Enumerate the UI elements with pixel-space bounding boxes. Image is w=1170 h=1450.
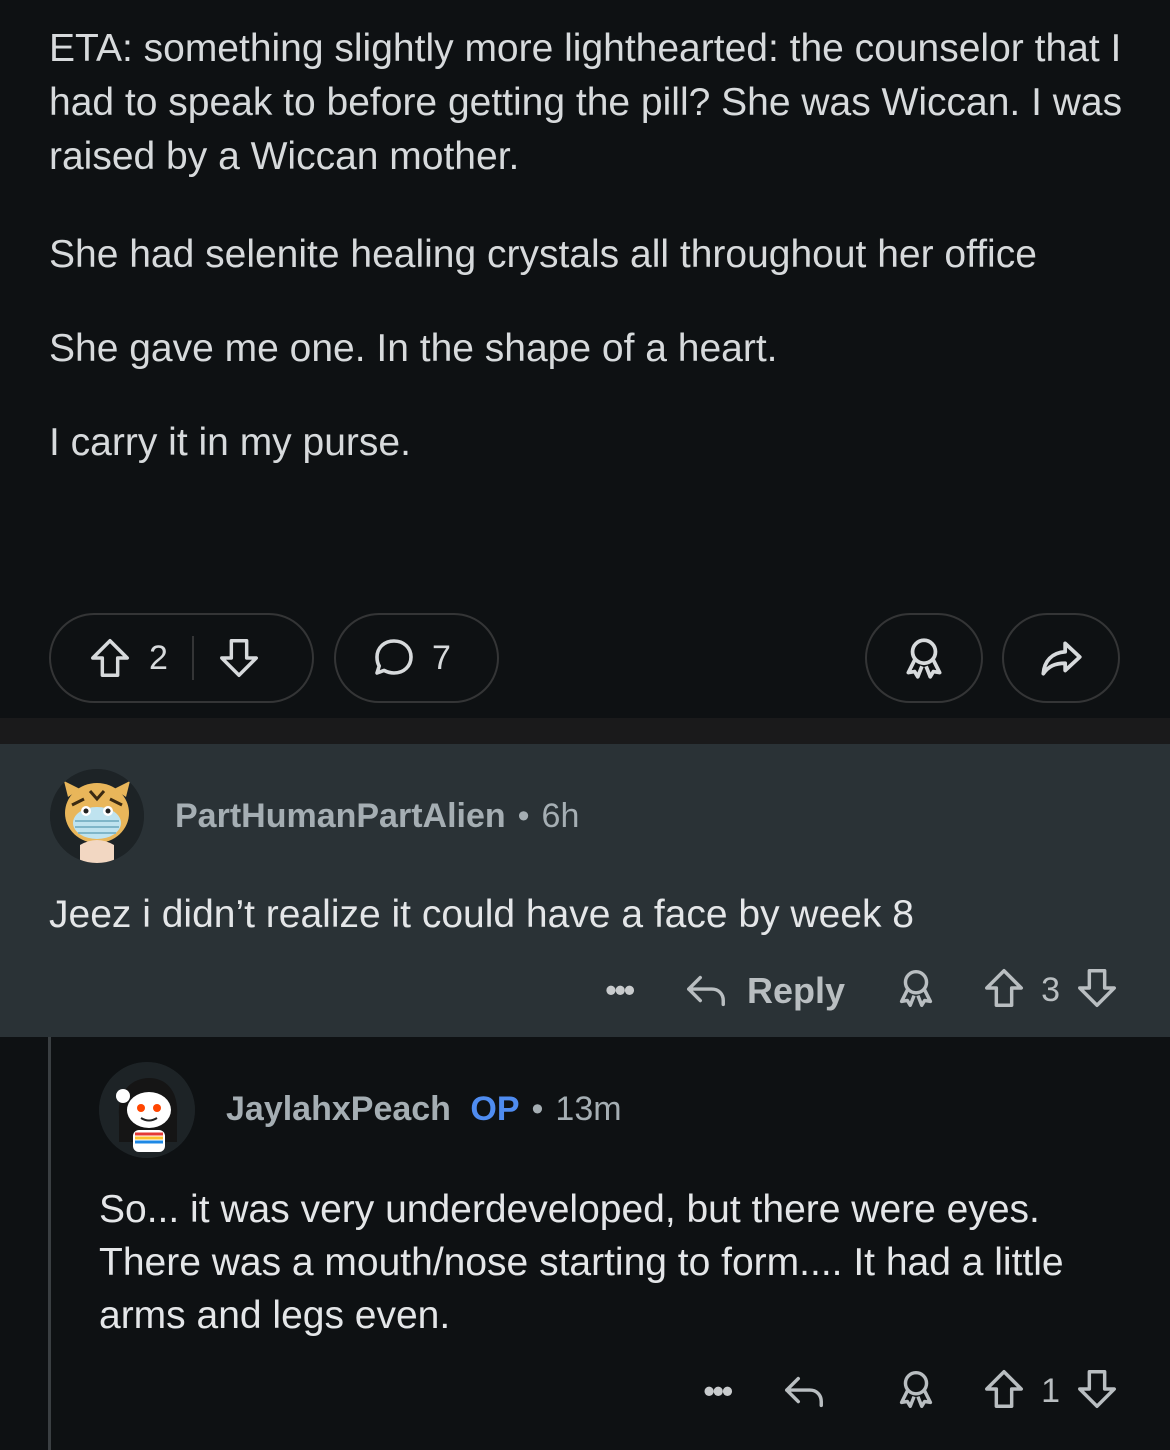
comment-icon [370,634,418,682]
reply-button[interactable]: Reply [683,968,845,1014]
vote-count: 1 [1041,1372,1060,1410]
comment-username[interactable]: PartHumanPartAlien [175,797,506,835]
downvote-icon[interactable] [1074,1366,1120,1417]
meta-separator: • [517,797,530,835]
downvote-icon[interactable] [216,635,262,681]
vote-separator [191,636,194,680]
avatar[interactable] [99,1062,195,1158]
comment-timestamp: 13m [555,1090,622,1128]
post-paragraph: ETA: something slightly more lighthearte… [49,27,1123,178]
downvote-icon[interactable] [1074,965,1120,1016]
reply-button[interactable] [781,1369,845,1415]
comment-meta: PartHumanPartAlien • 6h [175,797,579,836]
comment-body: So... it was very underdeveloped, but th… [99,1188,1064,1337]
upvote-icon[interactable] [87,635,133,681]
upvote-icon[interactable] [981,1366,1027,1417]
award-icon [899,633,949,683]
comment-count: 7 [432,638,451,677]
comment-actions: ••• 1 [703,1366,1120,1417]
comments-button[interactable]: 7 [334,613,499,703]
post-body: ETA: something slightly more lighthearte… [49,22,1129,510]
award-button[interactable] [865,613,983,703]
comment-username[interactable]: JaylahxPeach [226,1090,451,1128]
post-paragraph: She had selenite healing crystals all th… [49,233,1037,276]
thread-line[interactable] [48,1037,51,1450]
comment-body: Jeez i didn’t realize it could have a fa… [49,893,914,936]
upvote-count: 2 [149,638,168,677]
avatar[interactable] [50,769,144,863]
comment-timestamp: 6h [541,797,580,835]
section-divider [0,718,1170,744]
share-icon [1036,633,1086,683]
comment-actions: ••• Reply 3 [605,965,1120,1016]
post-paragraph: She gave me one. In the shape of a heart… [49,327,778,370]
meta-separator: • [531,1090,544,1128]
more-icon[interactable]: ••• [605,972,635,1009]
post-paragraph: I carry it in my purse. [49,421,411,464]
comment-meta: JaylahxPeach OP • 13m [226,1090,622,1129]
award-icon[interactable] [893,965,939,1016]
upvote-icon[interactable] [981,965,1027,1016]
award-icon[interactable] [893,1366,939,1417]
more-icon[interactable]: ••• [703,1373,733,1410]
share-button[interactable] [1002,613,1120,703]
vote-count: 3 [1041,971,1060,1009]
reply-icon [785,1376,824,1407]
reply-label: Reply [747,969,846,1011]
op-badge: OP [470,1090,520,1128]
vote-bar: 2 [49,613,314,703]
reply-icon [687,975,726,1006]
